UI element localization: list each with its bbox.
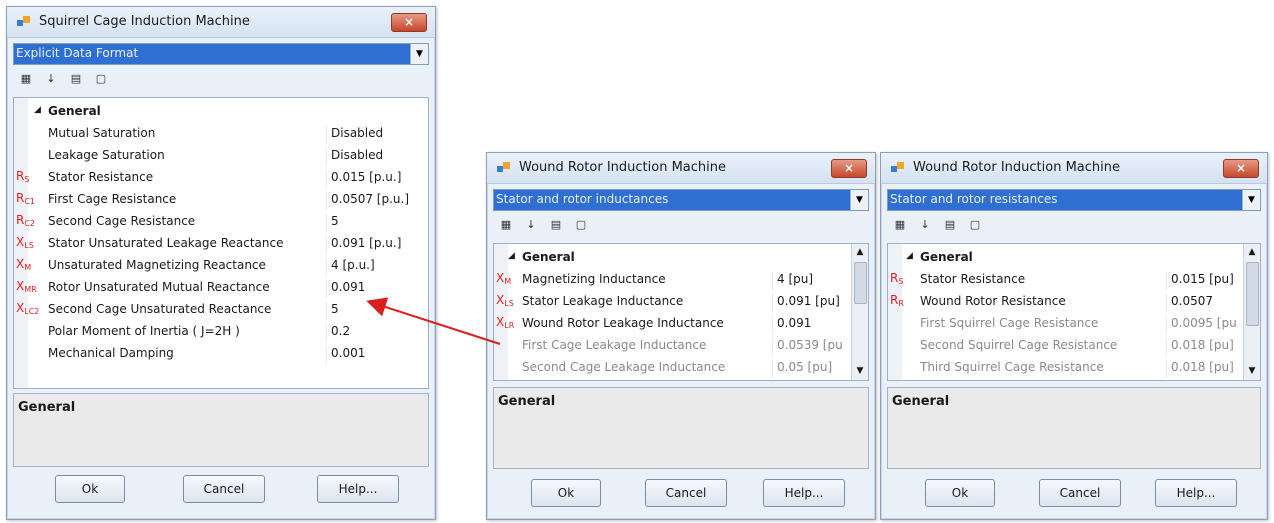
annotation-arrow [366,297,501,345]
